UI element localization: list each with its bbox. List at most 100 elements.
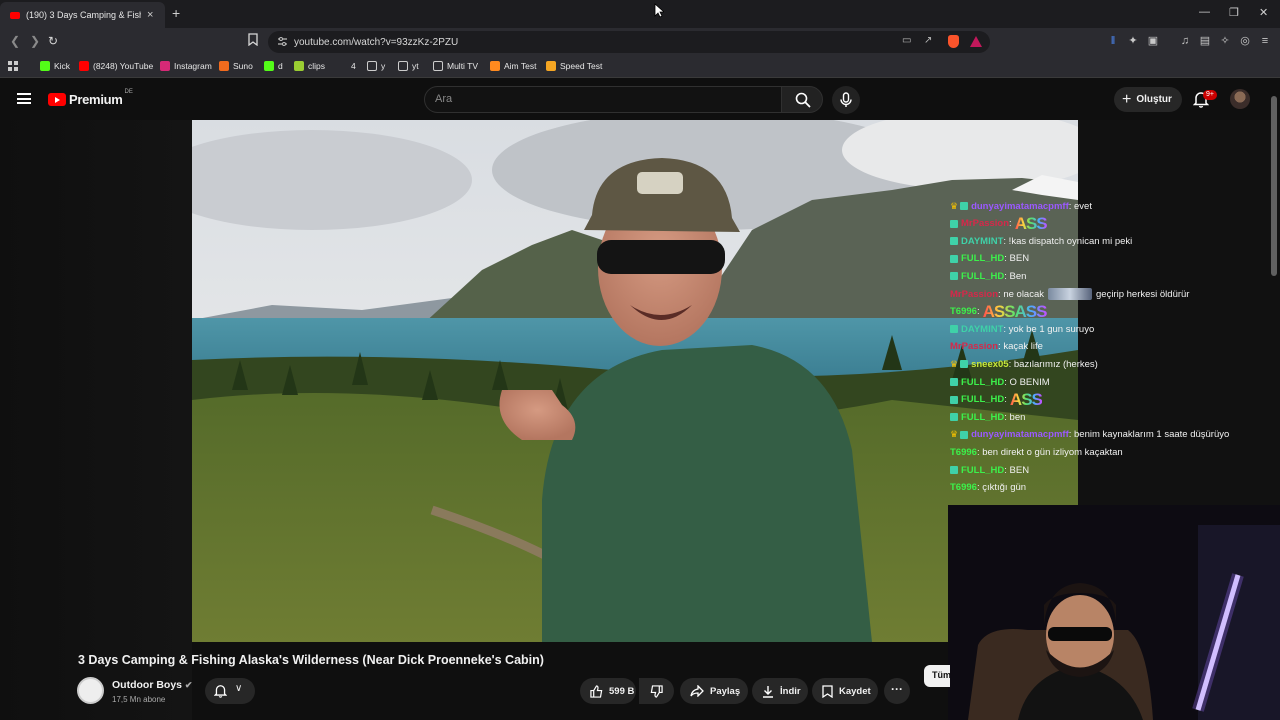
chat-username: FULL_HD xyxy=(961,270,1005,282)
crown-badge-icon: ♛ xyxy=(950,200,959,211)
voice-search-button[interactable] xyxy=(832,86,860,114)
crown-badge-icon: ♛ xyxy=(950,429,959,440)
share-label: Paylaş xyxy=(710,685,741,697)
bookmark-multi-tv[interactable]: Multi TV xyxy=(433,61,478,71)
leo-ai-icon[interactable]: ✧ xyxy=(1219,35,1231,47)
channel-avatar[interactable] xyxy=(77,677,104,704)
account-avatar[interactable] xyxy=(1230,89,1250,109)
channel-name[interactable]: Outdoor Boys ✔ xyxy=(112,679,192,691)
subscription-bell-button[interactable]: ∨ xyxy=(205,678,255,704)
webcam-image xyxy=(948,505,1280,720)
wallet-icon[interactable]: ▤ xyxy=(1199,35,1211,47)
extensions-icon[interactable]: ✦ xyxy=(1127,35,1139,47)
bookmark-d[interactable]: d xyxy=(264,61,283,71)
chat-emote: ASS xyxy=(1009,389,1043,409)
forward-icon[interactable]: ❯ xyxy=(30,34,40,48)
browser-tab[interactable]: (190) 3 Days Camping & Fishing × xyxy=(0,2,165,28)
fox-icon xyxy=(490,61,500,71)
chat-text: : ne olacak xyxy=(998,288,1044,300)
download-button[interactable]: İndir xyxy=(752,678,808,704)
crown-badge-icon: ♛ xyxy=(950,358,959,369)
bookmark-speed-test[interactable]: Speed Test xyxy=(546,61,602,71)
back-icon[interactable]: ❮ xyxy=(10,34,20,48)
tab-close-icon[interactable]: × xyxy=(147,9,153,21)
bookmark-kick[interactable]: Kick xyxy=(40,61,70,71)
bookmark-label: Aim Test xyxy=(504,61,537,71)
bookmark-instagram[interactable]: Instagram xyxy=(160,61,212,71)
minimize-button[interactable]: — xyxy=(1199,6,1210,18)
search-input[interactable]: Ara xyxy=(424,86,782,113)
bookmark-8248-youtube[interactable]: (8248) YouTube xyxy=(79,61,153,71)
country-code: DE xyxy=(124,88,133,95)
download-icon xyxy=(763,685,773,698)
youtube-premium-logo[interactable]: Premium DE xyxy=(48,88,133,107)
bookmark-aim-test[interactable]: Aim Test xyxy=(490,61,536,71)
chat-message: DAYMINT: !kas dispatch oynican mi peki xyxy=(950,234,1132,248)
share-button[interactable]: Paylaş xyxy=(680,678,748,704)
suno-icon xyxy=(219,61,229,71)
apps-icon[interactable] xyxy=(8,61,18,71)
close-window-button[interactable]: ✕ xyxy=(1259,6,1268,19)
brave-rewards-icon[interactable] xyxy=(970,36,982,47)
bookmark-4[interactable]: 4 xyxy=(337,61,356,71)
create-button[interactable]: + Oluştur xyxy=(1114,87,1182,112)
chat-text: : ben direkt o gün izliyom kaçaktan xyxy=(976,446,1123,458)
bookmark-label: Speed Test xyxy=(560,61,603,71)
more-actions-button[interactable]: ··· xyxy=(884,678,910,704)
bookmark-suno[interactable]: Suno xyxy=(219,61,253,71)
chat-message: MrPassion: ne olacak geçirip herkesi öldü… xyxy=(950,287,1189,301)
subscriber-badge-icon xyxy=(950,254,958,263)
chat-message: FULL_HD: ASS xyxy=(950,389,1043,409)
like-button[interactable]: 599 B xyxy=(580,678,636,704)
chat-text: : BEN xyxy=(1004,464,1030,476)
video-player[interactable] xyxy=(192,120,1078,642)
bookmark-icon[interactable] xyxy=(248,33,258,49)
reload-icon[interactable]: ↻ xyxy=(48,34,58,48)
menu-icon[interactable]: ≡ xyxy=(1259,35,1271,47)
clips-icon xyxy=(294,61,304,71)
brave-shield-icon[interactable] xyxy=(948,35,959,48)
maximize-button[interactable]: ❐ xyxy=(1229,6,1239,19)
audio-playing-icon[interactable]: ‖ xyxy=(1107,35,1119,47)
notification-count-badge: 9+ xyxy=(1203,90,1217,100)
video-title: 3 Days Camping & Fishing Alaska's Wilder… xyxy=(78,653,544,667)
save-button[interactable]: Kaydet xyxy=(812,678,878,704)
bookmark-label: Suno xyxy=(233,61,253,71)
chat-message: DAYMINT: yok be 1 gun suruyo xyxy=(950,322,1094,336)
chat-message: T6996: ben direkt o gün izliyom kaçaktan xyxy=(950,445,1123,459)
chat-emote: ASSASS xyxy=(982,301,1048,321)
search-button[interactable] xyxy=(781,86,823,113)
subscriber-badge-icon xyxy=(950,219,958,228)
like-count: 599 B xyxy=(609,685,635,697)
vpn-icon[interactable]: ◎ xyxy=(1239,35,1251,47)
bookmark-label: (8248) YouTube xyxy=(93,61,154,71)
chat-text: : ben xyxy=(1004,411,1026,423)
sidebar-icon[interactable]: ▣ xyxy=(1147,35,1159,47)
page-scrollbar[interactable] xyxy=(1271,96,1277,276)
share-icon[interactable]: ↗ xyxy=(924,35,932,46)
browser-toolbar: ❮ ❯ ↻ youtube.com/watch?v=93zzKz-2PZU ▭ … xyxy=(0,28,1280,56)
chat-text: : BEN xyxy=(1004,253,1030,265)
filter-chip-all[interactable]: Tüm xyxy=(924,665,950,687)
music-icon[interactable]: ♫ xyxy=(1179,35,1191,47)
bookmark-clips[interactable]: clips xyxy=(294,61,325,71)
bookmark-yt[interactable]: yt xyxy=(398,61,419,71)
subscriber-badge-icon xyxy=(950,325,958,334)
channel-name-text: Outdoor Boys xyxy=(112,679,182,691)
plus-icon: + xyxy=(1122,90,1132,108)
youtube-favicon-icon xyxy=(10,11,20,19)
site-info-icon[interactable] xyxy=(277,36,288,50)
phone-icon xyxy=(433,61,443,71)
new-tab-button[interactable]: + xyxy=(172,5,180,21)
chevron-down-icon: ∨ xyxy=(235,683,243,694)
cloud-icon xyxy=(546,61,556,71)
dislike-button[interactable] xyxy=(639,678,674,704)
address-bar[interactable]: youtube.com/watch?v=93zzKz-2PZU ▭ ↗ xyxy=(268,31,990,53)
bookmark-label: Multi TV xyxy=(447,61,479,71)
hamburger-menu-icon[interactable] xyxy=(17,93,31,104)
chat-text: : benim kaynaklarım 1 saate düşürüyo xyxy=(1068,429,1230,441)
bookmark-y[interactable]: y xyxy=(367,61,385,71)
download-label: İndir xyxy=(780,685,801,697)
chat-username: FULL_HD xyxy=(961,411,1005,423)
cast-icon[interactable]: ▭ xyxy=(902,35,911,46)
